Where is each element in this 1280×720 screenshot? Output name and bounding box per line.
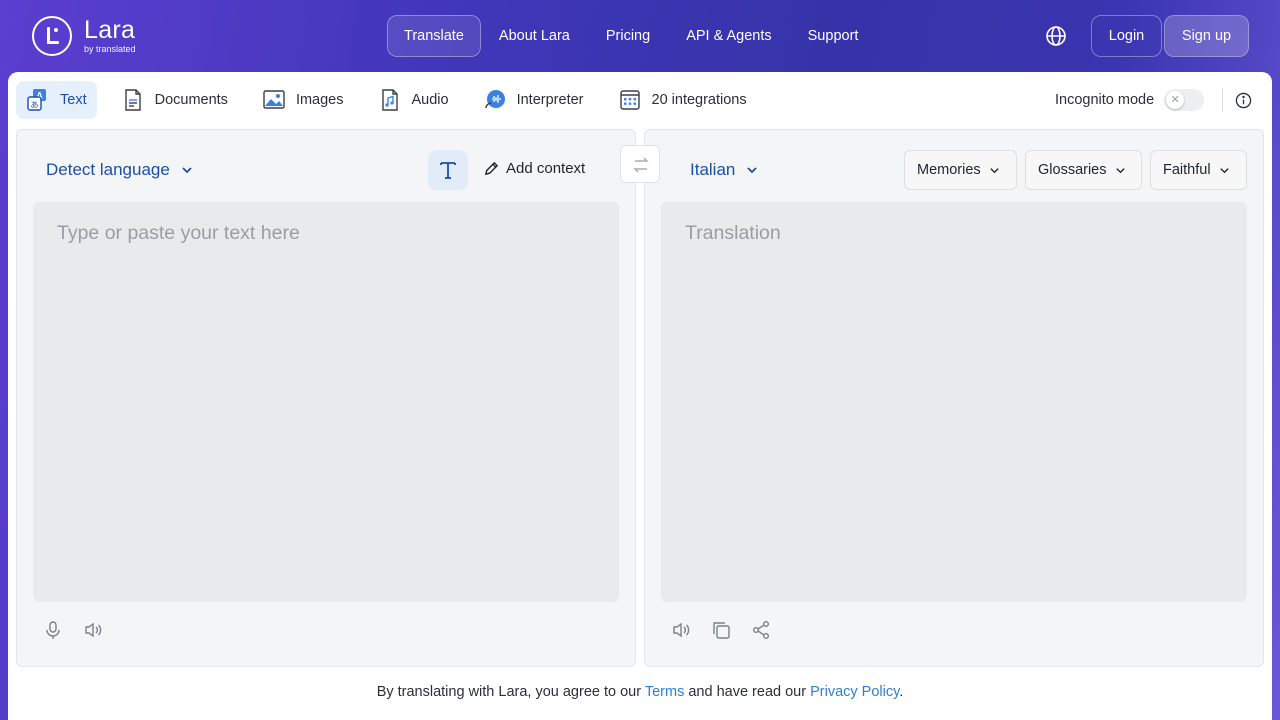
mode-tabs: A あ Text Documents Images Audio Interpre… <box>16 81 771 119</box>
tab-integrations[interactable]: 20 integrations <box>608 81 757 119</box>
pencil-icon <box>484 161 499 176</box>
speaker-icon[interactable] <box>671 620 691 640</box>
text-format-icon <box>440 162 456 179</box>
terms-link[interactable]: Terms <box>645 684 684 700</box>
tab-text-label: Text <box>60 92 87 108</box>
audio-file-icon <box>381 89 398 111</box>
interpreter-icon <box>484 90 505 109</box>
text-format-button[interactable] <box>428 150 468 190</box>
incognito-label: Incognito mode <box>1055 92 1155 108</box>
target-actions <box>671 620 791 640</box>
legal-footer: By translating with Lara, you agree to o… <box>8 684 1272 700</box>
translation-output[interactable] <box>661 202 1247 602</box>
add-context-label: Add context <box>506 160 586 177</box>
login-button[interactable]: Login <box>1091 15 1162 57</box>
microphone-icon[interactable] <box>43 620 63 640</box>
nav-support[interactable]: Support <box>790 15 877 57</box>
target-language-label: Italian <box>690 160 736 179</box>
translator-card: A あ Text Documents Images Audio Interpre… <box>8 72 1272 720</box>
document-icon <box>124 89 141 111</box>
tab-documents[interactable]: Documents <box>111 81 238 119</box>
swap-languages-button[interactable] <box>620 145 660 183</box>
memories-dropdown[interactable]: Memories <box>904 150 1017 190</box>
close-icon: ✕ <box>1166 91 1185 109</box>
nav-about-lara[interactable]: About Lara <box>481 15 588 57</box>
nav-translate[interactable]: Translate <box>387 15 481 57</box>
nav-api-agents[interactable]: API & Agents <box>668 15 789 57</box>
glossaries-dropdown[interactable]: Glossaries <box>1025 150 1142 190</box>
copy-icon[interactable] <box>711 620 731 640</box>
tab-images[interactable]: Images <box>252 81 354 119</box>
tab-images-label: Images <box>295 92 344 108</box>
chevron-down-icon <box>990 167 999 173</box>
privacy-policy-link[interactable]: Privacy Policy <box>810 684 899 700</box>
memories-label: Memories <box>917 162 981 178</box>
source-language-label: Detect language <box>46 160 170 179</box>
brand-subtitle: by translated <box>84 44 136 54</box>
target-panel: Italian Memories Glossaries Faithful <box>644 129 1264 667</box>
nav-pricing[interactable]: Pricing <box>588 15 668 57</box>
image-icon <box>263 90 285 109</box>
chevron-down-icon <box>747 167 758 174</box>
source-text-input[interactable] <box>33 202 619 602</box>
chevron-down-icon <box>1219 167 1229 173</box>
tab-interpreter-label: Interpreter <box>516 92 584 108</box>
brand-name: Lara <box>84 16 136 44</box>
swap-icon <box>633 157 649 173</box>
footer-prefix: By translating with Lara, you agree to o… <box>376 684 642 700</box>
source-panel: Detect language Add context <box>16 129 636 667</box>
incognito-control: Incognito mode ✕ <box>1055 89 1205 111</box>
source-language-select[interactable]: Detect language <box>46 160 194 180</box>
text-translate-icon: A あ <box>27 89 46 111</box>
tab-interpreter[interactable]: Interpreter <box>473 81 594 119</box>
incognito-toggle[interactable]: ✕ <box>1164 89 1205 111</box>
lara-logo-icon <box>32 16 72 56</box>
speaker-icon[interactable] <box>83 620 103 640</box>
lara-logo[interactable]: Lara by translated <box>32 16 136 56</box>
style-dropdown[interactable]: Faithful <box>1150 150 1247 190</box>
footer-suffix: . <box>899 684 904 700</box>
tab-audio[interactable]: Audio <box>368 81 459 119</box>
source-actions <box>43 620 123 640</box>
style-label: Faithful <box>1163 162 1211 178</box>
signup-button[interactable]: Sign up <box>1164 15 1249 57</box>
share-icon[interactable] <box>751 620 771 640</box>
glossaries-label: Glossaries <box>1038 162 1107 178</box>
footer-middle: and have read our <box>688 684 807 700</box>
add-context-button[interactable]: Add context <box>484 160 585 177</box>
main-nav: Translate About Lara Pricing API & Agent… <box>387 15 876 57</box>
top-header: Lara by translated Translate About Lara … <box>0 0 1280 72</box>
divider <box>1222 88 1223 112</box>
target-language-select[interactable]: Italian <box>690 160 759 180</box>
svg-text:あ: あ <box>31 101 39 110</box>
chevron-down-icon <box>182 167 192 174</box>
tab-text[interactable]: A あ Text <box>16 81 97 119</box>
info-icon[interactable] <box>1235 92 1252 109</box>
globe-icon[interactable] <box>1044 24 1068 48</box>
tab-integrations-label: 20 integrations <box>651 92 747 108</box>
tab-audio-label: Audio <box>411 92 449 108</box>
grid-apps-icon <box>619 90 640 110</box>
tab-documents-label: Documents <box>154 92 228 108</box>
chevron-down-icon <box>1115 167 1125 173</box>
